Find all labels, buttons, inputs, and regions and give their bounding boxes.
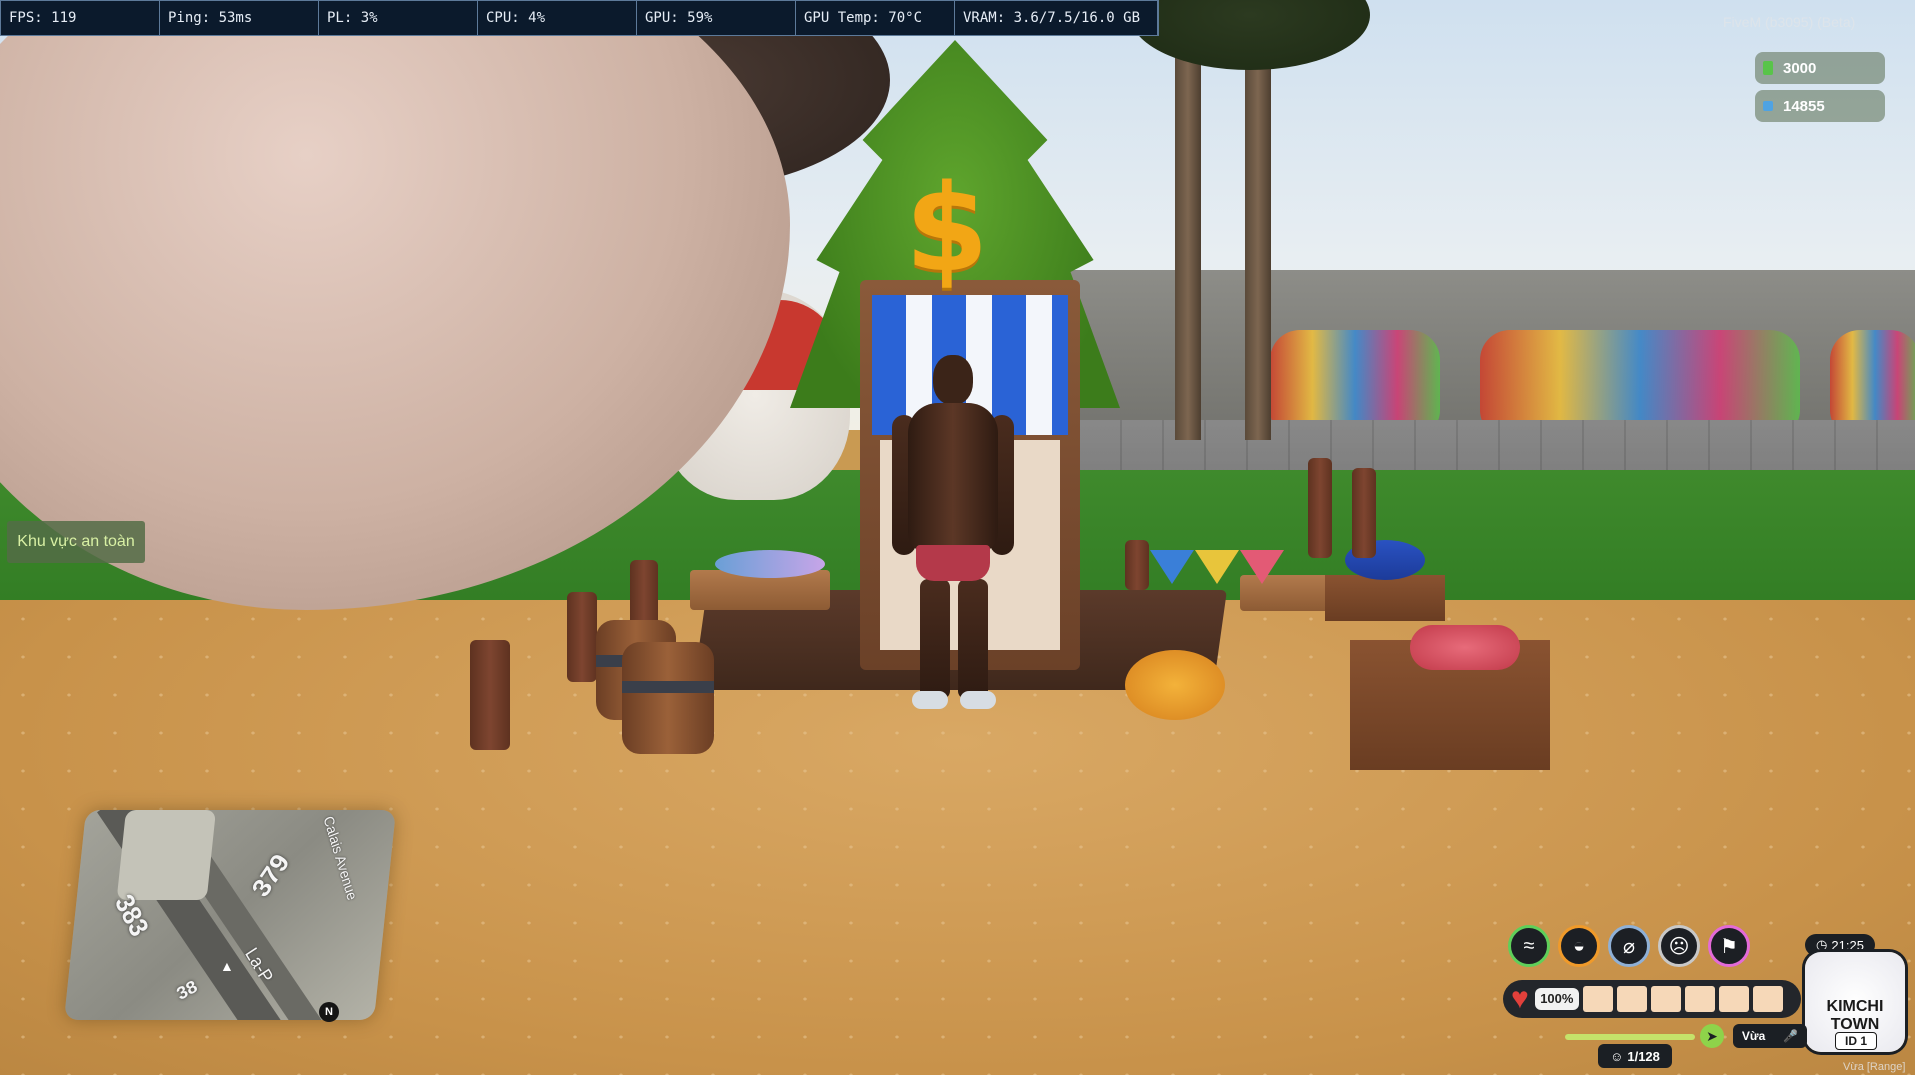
gpu-readout: GPU: 59% bbox=[637, 1, 796, 35]
bank-display: 14855 bbox=[1755, 90, 1885, 122]
gpu-temp-readout: GPU Temp: 70°C bbox=[796, 1, 955, 35]
map-road bbox=[116, 810, 217, 900]
apples bbox=[1410, 625, 1520, 670]
clock-icon: ◷ bbox=[1816, 937, 1828, 952]
health-segment bbox=[1718, 986, 1749, 1012]
person-icon: ☺ bbox=[1610, 1048, 1624, 1064]
run-icon: ➤ bbox=[1700, 1024, 1724, 1048]
palm-trunk bbox=[1245, 40, 1271, 440]
voice-mode-label: Vừa bbox=[1741, 1029, 1766, 1043]
fish bbox=[715, 550, 825, 578]
bank-card-icon bbox=[1763, 101, 1773, 111]
character-briefs bbox=[916, 545, 990, 581]
map-block-number: 38 bbox=[173, 976, 201, 1004]
health-segment bbox=[1650, 986, 1681, 1012]
fence-post bbox=[470, 640, 510, 750]
bunting-flag bbox=[1150, 550, 1194, 584]
character-torso bbox=[908, 403, 998, 553]
stress-icon: ☹ bbox=[1658, 925, 1700, 967]
health-segment bbox=[1616, 986, 1647, 1012]
server-logo: KIMCHI TOWN ID 1 bbox=[1805, 952, 1905, 1052]
health-segment bbox=[1684, 986, 1715, 1012]
player-id-badge: ID 1 bbox=[1835, 1032, 1877, 1050]
shop-dollar-marker: $ bbox=[905, 160, 989, 299]
packet-loss-readout: PL: 3% bbox=[319, 1, 478, 35]
pumpkin bbox=[1125, 650, 1225, 720]
microphone-icon: 🎤 bbox=[1783, 1029, 1799, 1043]
barrel bbox=[622, 642, 714, 754]
player-count: ☺ 1/128 bbox=[1598, 1044, 1672, 1068]
map-block-number: 379 bbox=[245, 848, 296, 902]
stamina-bar bbox=[1565, 1034, 1695, 1040]
fence-post bbox=[567, 592, 597, 682]
player-count-value: 1/128 bbox=[1627, 1048, 1660, 1064]
armor-icon: ⚑ bbox=[1708, 925, 1750, 967]
character-leg bbox=[958, 579, 988, 699]
heart-icon: ♥ bbox=[1511, 982, 1529, 1015]
compass-north-icon: N bbox=[319, 1002, 339, 1022]
fish-crate bbox=[1325, 575, 1445, 621]
vram-readout: VRAM: 3.6/7.5/16.0 GB bbox=[955, 1, 1158, 35]
voice-range-text: Vừa [Range] bbox=[1843, 1061, 1906, 1073]
cash-amount: 3000 bbox=[1783, 59, 1817, 77]
player-arrow-icon: ▲ bbox=[220, 958, 234, 974]
fivem-watermark: FiveM (b3095) (Beta) bbox=[1723, 14, 1856, 30]
health-segment bbox=[1582, 986, 1613, 1012]
palm-trunk bbox=[1175, 20, 1201, 440]
fence-post bbox=[1308, 458, 1332, 558]
health-bar: ♥ 100% bbox=[1503, 980, 1801, 1018]
cpu-readout: CPU: 4% bbox=[478, 1, 637, 35]
ping-readout: Ping: 53ms bbox=[160, 1, 319, 35]
fence-post bbox=[1352, 468, 1376, 558]
character-shoe bbox=[912, 691, 948, 709]
hunger-icon: ◒ bbox=[1558, 925, 1600, 967]
player-character bbox=[892, 355, 1014, 715]
safe-zone-label: Khu vực an toàn bbox=[7, 521, 145, 563]
cash-display: 3000 bbox=[1755, 52, 1885, 84]
status-icons: ≈ ◒ ⌀ ☹ ⚑ bbox=[1508, 925, 1750, 967]
minimap: 383 379 38 Calais Avenue La-P bbox=[63, 810, 397, 1020]
character-shoe bbox=[960, 691, 996, 709]
thirst-icon: ⌀ bbox=[1608, 925, 1650, 967]
character-leg bbox=[920, 579, 950, 699]
fps-readout: FPS: 119 bbox=[1, 1, 160, 35]
map-street-label: Calais Avenue bbox=[320, 813, 361, 903]
bunting-flag bbox=[1240, 550, 1284, 584]
logo-line-1: KIMCHI bbox=[1826, 998, 1884, 1015]
bunting-flag bbox=[1195, 550, 1239, 584]
character-head bbox=[933, 355, 973, 405]
cash-icon bbox=[1763, 61, 1773, 75]
health-percent: 100% bbox=[1534, 988, 1579, 1010]
clock-time: 21:25 bbox=[1831, 937, 1864, 953]
bank-amount: 14855 bbox=[1783, 97, 1825, 115]
performance-overlay: FPS: 119 Ping: 53ms PL: 3% CPU: 4% GPU: … bbox=[0, 0, 1159, 36]
health-segment bbox=[1752, 986, 1783, 1012]
fence-post bbox=[1125, 540, 1149, 590]
swim-icon: ≈ bbox=[1508, 925, 1550, 967]
voice-range-indicator: Vừa 🎤 bbox=[1733, 1024, 1807, 1048]
